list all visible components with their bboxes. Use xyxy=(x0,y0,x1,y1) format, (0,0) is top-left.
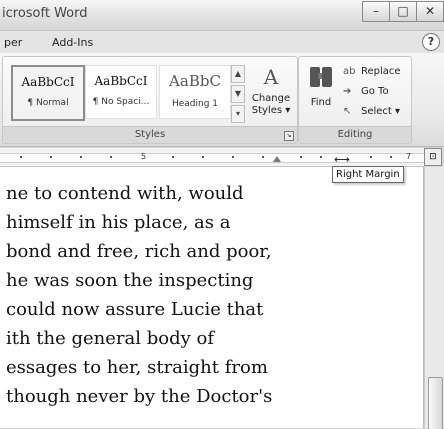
vertical-scrollbar[interactable] xyxy=(424,167,444,429)
style-sample: AaBbCcI xyxy=(21,75,75,89)
ruler-tick xyxy=(80,156,82,158)
help-icon[interactable]: ? xyxy=(422,33,440,51)
editing-group-label: Editing xyxy=(299,126,411,143)
close-button[interactable]: ✕ xyxy=(416,1,444,22)
right-margin-marker-icon[interactable]: ⟷ xyxy=(334,153,350,166)
document-line: himself in his place, as a xyxy=(6,212,231,233)
ruler-tick xyxy=(390,156,392,158)
ruler-tick xyxy=(110,156,112,158)
right-margin-tooltip: Right Margin xyxy=(332,166,404,183)
styles-dialog-launcher-icon[interactable]: ↘ xyxy=(284,131,294,141)
style-name: ¶ No Spaci... xyxy=(92,97,150,107)
style-name: ¶ Normal xyxy=(27,98,69,108)
arrow-right-icon: ➔ xyxy=(343,85,352,97)
style-heading-1[interactable]: AaBbC Heading 1 xyxy=(159,65,231,119)
ruler-label-5: 5 xyxy=(141,152,147,161)
document-line: though never by the Doctor's xyxy=(6,386,273,407)
select-button[interactable]: ↖ Select ▾ xyxy=(343,101,401,121)
gallery-scroll-down-button[interactable]: ▼ xyxy=(231,85,245,103)
document-line: ne to contend with, would xyxy=(6,183,244,204)
scrollbar-thumb[interactable] xyxy=(428,377,443,429)
maximize-button[interactable]: □ xyxy=(389,1,416,22)
change-styles-label-1: Change xyxy=(251,93,291,104)
ruler-tick xyxy=(172,156,174,158)
replace-icon: ab xyxy=(343,65,356,77)
title-bar: icrosoft Word – □ ✕ xyxy=(0,0,444,31)
tab-add-ins[interactable]: Add-Ins xyxy=(52,36,93,49)
ruler-tick xyxy=(262,156,264,158)
document-page[interactable]: ne to contend with, would himself in his… xyxy=(0,167,424,428)
ruler-track xyxy=(0,153,424,163)
style-name: Heading 1 xyxy=(171,99,219,109)
change-styles-label-2: Styles ▾ xyxy=(251,105,291,116)
horizontal-ruler[interactable]: 5 ⟷ 7 xyxy=(0,148,424,167)
styles-gallery: AaBbCcI ¶ Normal AaBbCcI ¶ No Spaci... A… xyxy=(11,65,231,121)
document-line: bond and free, rich and poor, xyxy=(6,241,272,262)
editing-items: ab Replace ➔ Go To ↖ Select ▾ xyxy=(343,61,401,121)
window-controls: – □ ✕ xyxy=(362,1,444,22)
find-label: Find xyxy=(310,97,332,108)
document-line: could now assure Lucie that xyxy=(6,299,264,320)
document-line: essages to her, straight from xyxy=(6,357,268,378)
change-styles-button[interactable]: A Change Styles ▾ xyxy=(250,65,292,117)
indent-marker[interactable] xyxy=(273,156,281,162)
ruler-tick xyxy=(50,156,52,158)
ruler-tick xyxy=(320,156,322,158)
gallery-scroll-up-button[interactable]: ▲ xyxy=(231,65,245,83)
style-sample: AaBbC xyxy=(169,72,221,90)
change-styles-icon: A xyxy=(263,65,279,89)
go-to-button[interactable]: ➔ Go To xyxy=(343,81,401,101)
styles-group: AaBbCcI ¶ Normal AaBbCcI ¶ No Spaci... A… xyxy=(2,56,298,144)
style-normal[interactable]: AaBbCcI ¶ Normal xyxy=(11,65,85,121)
ruler-tick xyxy=(370,156,372,158)
document-line: ith the general body of xyxy=(6,328,215,349)
tab-developer[interactable]: per xyxy=(4,36,22,49)
cursor-icon: ↖ xyxy=(343,105,352,117)
document-line: he was soon the inspecting xyxy=(6,270,254,291)
window-title: icrosoft Word xyxy=(2,6,88,21)
find-button[interactable]: Find xyxy=(303,65,339,108)
go-to-label: Go To xyxy=(361,85,389,97)
ruler-label-7: 7 xyxy=(406,152,412,161)
gallery-more-button[interactable]: ▾ xyxy=(231,105,245,123)
ruler-tick xyxy=(232,156,234,158)
binoculars-icon xyxy=(308,65,334,89)
replace-button[interactable]: ab Replace xyxy=(343,61,401,81)
style-sample: AaBbCcI xyxy=(94,74,148,88)
ribbon: AaBbCcI ¶ Normal AaBbCcI ¶ No Spaci... A… xyxy=(0,53,444,147)
gallery-scroll: ▲ ▼ ▾ xyxy=(231,65,245,123)
editing-group: Find ab Replace ➔ Go To ↖ Select ▾ Editi… xyxy=(298,56,412,144)
ruler-tick xyxy=(300,156,302,158)
view-ruler-button[interactable]: ⊡ xyxy=(424,148,442,166)
ribbon-tabs: per Add-Ins xyxy=(0,31,444,53)
style-no-spacing[interactable]: AaBbCcI ¶ No Spaci... xyxy=(85,65,157,119)
minimize-button[interactable]: – xyxy=(362,1,389,22)
ruler-tick xyxy=(20,156,22,158)
select-label: Select ▾ xyxy=(361,105,401,117)
ruler-tick xyxy=(202,156,204,158)
styles-group-label: Styles xyxy=(3,126,297,143)
replace-label: Replace xyxy=(361,65,401,77)
